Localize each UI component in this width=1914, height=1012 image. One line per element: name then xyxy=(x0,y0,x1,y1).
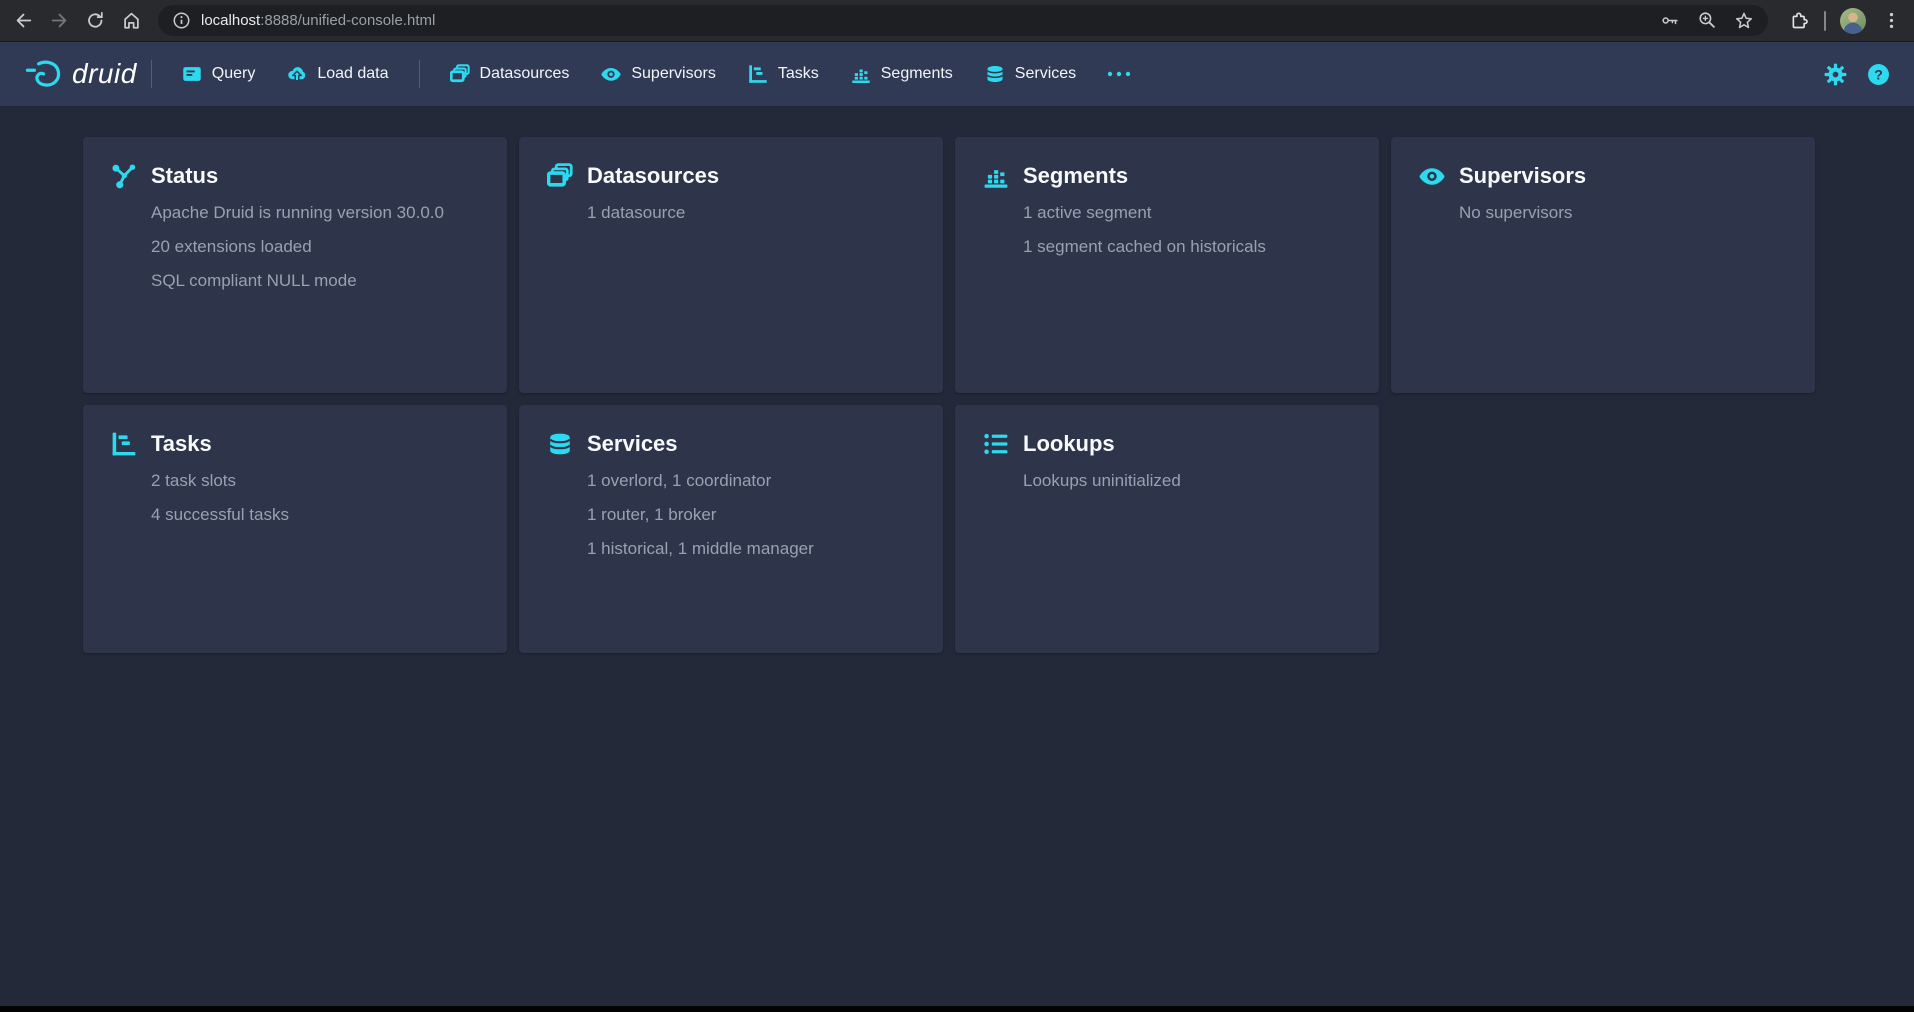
card-line: 1 datasource xyxy=(587,201,915,225)
bar-chart-icon xyxy=(851,64,871,84)
services-card[interactable]: Services 1 overlord, 1 coordinator 1 rou… xyxy=(519,405,943,653)
home-icon[interactable] xyxy=(120,10,142,32)
gear-icon xyxy=(1824,63,1847,86)
lookups-card[interactable]: Lookups Lookups uninitialized xyxy=(955,405,1379,653)
settings-button[interactable] xyxy=(1824,63,1847,86)
more-menu-button[interactable] xyxy=(1092,69,1146,79)
eye-icon xyxy=(1419,163,1445,189)
card-title: Services xyxy=(587,431,678,457)
nav-item-segments[interactable]: Segments xyxy=(835,54,969,94)
help-icon: ? xyxy=(1867,63,1890,86)
graph-icon xyxy=(111,163,137,189)
star-icon[interactable] xyxy=(1734,11,1754,31)
card-line: 1 overlord, 1 coordinator xyxy=(587,469,915,493)
card-line: 4 successful tasks xyxy=(151,503,479,527)
nav-item-label: Query xyxy=(212,65,256,83)
navbar-divider xyxy=(419,60,420,88)
info-icon[interactable] xyxy=(172,11,191,30)
nav-item-load-data[interactable]: Load data xyxy=(271,54,404,94)
nav-item-query[interactable]: Query xyxy=(166,54,272,94)
brand-wordmark: druid xyxy=(72,58,137,90)
kebab-menu-icon[interactable] xyxy=(1880,10,1902,32)
forward-icon[interactable] xyxy=(48,10,70,32)
datasources-icon xyxy=(450,64,470,84)
card-line: No supervisors xyxy=(1459,201,1787,225)
gantt-icon xyxy=(111,431,137,457)
nav-item-label: Tasks xyxy=(778,65,819,83)
eye-icon xyxy=(601,64,621,84)
nav-item-datasources[interactable]: Datasources xyxy=(434,54,586,94)
nav-item-services[interactable]: Services xyxy=(969,54,1092,94)
card-line: 1 active segment xyxy=(1023,201,1351,225)
card-line: SQL compliant NULL mode xyxy=(151,269,479,293)
card-line: Lookups uninitialized xyxy=(1023,469,1351,493)
svg-text:?: ? xyxy=(1874,66,1883,82)
bar-chart-icon xyxy=(983,163,1009,189)
card-title: Status xyxy=(151,163,218,189)
browser-toolbar: localhost:8888/unified-console.html xyxy=(0,0,1914,42)
card-line: 1 router, 1 broker xyxy=(587,503,915,527)
card-title: Segments xyxy=(1023,163,1128,189)
card-title: Datasources xyxy=(587,163,719,189)
database-icon xyxy=(985,64,1005,84)
nav-item-tasks[interactable]: Tasks xyxy=(732,54,835,94)
nav-item-label: Supervisors xyxy=(631,65,715,83)
card-line: 2 task slots xyxy=(151,469,479,493)
card-title: Supervisors xyxy=(1459,163,1586,189)
zoom-in-icon[interactable] xyxy=(1697,10,1718,31)
home-cards-grid: Status Apache Druid is running version 3… xyxy=(0,106,1914,684)
list-icon xyxy=(983,431,1009,457)
back-icon[interactable] xyxy=(12,10,34,32)
cloud-upload-icon xyxy=(287,64,307,84)
navbar-divider xyxy=(151,60,152,88)
tasks-card[interactable]: Tasks 2 task slots 4 successful tasks xyxy=(83,405,507,653)
card-line: Apache Druid is running version 30.0.0 xyxy=(151,201,479,225)
card-line: 20 extensions loaded xyxy=(151,235,479,259)
toolbar-divider xyxy=(1824,11,1826,31)
segments-card[interactable]: Segments 1 active segment 1 segment cach… xyxy=(955,137,1379,393)
status-card[interactable]: Status Apache Druid is running version 3… xyxy=(83,137,507,393)
nav-item-label: Datasources xyxy=(480,65,570,83)
nav-item-label: Services xyxy=(1015,65,1076,83)
database-icon xyxy=(547,431,573,457)
druid-logo-icon xyxy=(24,58,64,90)
profile-avatar[interactable] xyxy=(1840,8,1866,34)
gantt-icon xyxy=(748,64,768,84)
card-line: 1 segment cached on historicals xyxy=(1023,235,1351,259)
nav-item-supervisors[interactable]: Supervisors xyxy=(585,54,731,94)
key-icon[interactable] xyxy=(1660,10,1681,31)
screen-edge xyxy=(0,1006,1914,1012)
druid-navbar: druid Query Load data Datasources Superv… xyxy=(0,42,1914,106)
reload-icon[interactable] xyxy=(84,10,106,32)
help-button[interactable]: ? xyxy=(1867,63,1890,86)
home-view: Status Apache Druid is running version 3… xyxy=(0,106,1914,1012)
card-title: Tasks xyxy=(151,431,212,457)
more-dots-icon xyxy=(1106,69,1132,79)
druid-logo[interactable]: druid xyxy=(24,58,137,90)
nav-item-label: Load data xyxy=(317,65,388,83)
supervisors-card[interactable]: Supervisors No supervisors xyxy=(1391,137,1815,393)
extensions-icon[interactable] xyxy=(1788,10,1810,32)
nav-item-label: Segments xyxy=(881,65,953,83)
card-line: 1 historical, 1 middle manager xyxy=(587,537,915,561)
datasources-card[interactable]: Datasources 1 datasource xyxy=(519,137,943,393)
query-icon xyxy=(182,64,202,84)
card-title: Lookups xyxy=(1023,431,1115,457)
address-bar[interactable]: localhost:8888/unified-console.html xyxy=(158,5,1768,36)
datasources-icon xyxy=(547,163,573,189)
url-text: localhost:8888/unified-console.html xyxy=(201,12,1650,29)
